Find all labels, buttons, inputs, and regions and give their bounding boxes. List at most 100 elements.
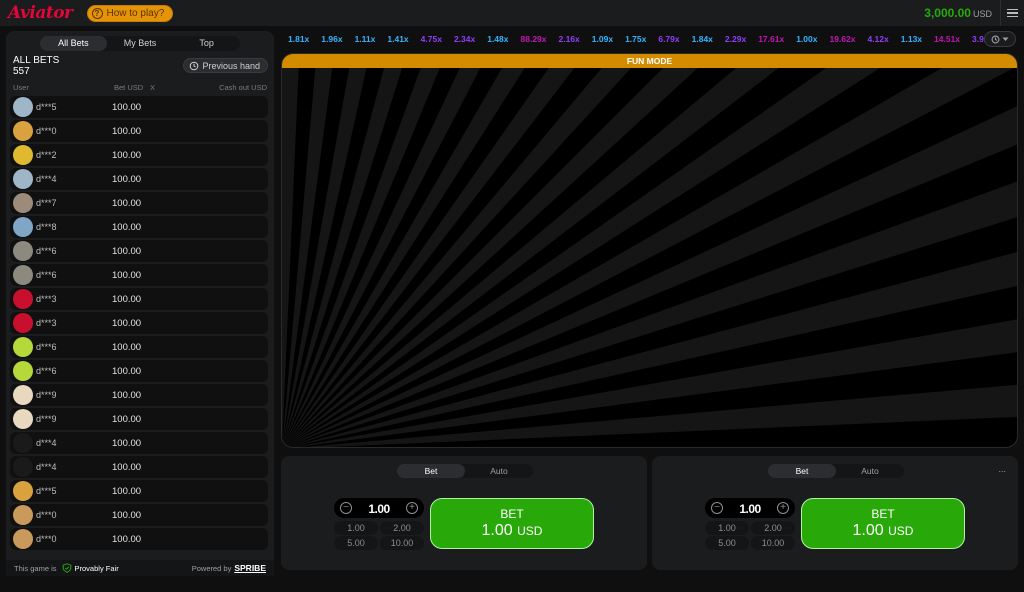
row-user: d***4 [36, 462, 57, 472]
powered-by: Powered by [191, 563, 232, 573]
tab-all-bets[interactable]: All Bets [40, 36, 107, 51]
multiplier-badge[interactable]: 1.84x [686, 34, 719, 44]
balance: 3,000.00 USD [924, 6, 992, 20]
fun-mode-banner: FUN MODE [282, 54, 1017, 68]
tab-auto[interactable]: Auto [465, 464, 533, 478]
table-row: d***4 100.00 [10, 168, 268, 190]
provably-fair-link[interactable]: Provably Fair [60, 563, 119, 573]
provably-fair-label: Provably Fair [74, 563, 119, 573]
previous-hand-button[interactable]: Previous hand [183, 58, 268, 73]
multiplier-badge[interactable]: 88.29x [515, 34, 553, 44]
table-row: d***6 100.00 [10, 360, 268, 382]
all-bets-count: 557 [13, 66, 30, 77]
tab-my-bets[interactable]: My Bets [107, 36, 174, 51]
row-bet: 100.00 [112, 486, 142, 497]
avatar [13, 337, 33, 357]
multiplier-badge[interactable]: 1.09x [586, 34, 619, 44]
table-row: d***9 100.00 [10, 408, 268, 430]
how-to-play-label: How to play? [106, 7, 165, 19]
history-toggle-button[interactable] [984, 31, 1016, 47]
row-user: d***3 [36, 294, 57, 304]
quick-amount-button[interactable]: 1.00 [334, 521, 378, 535]
bet-button-amount: 1.00 [852, 522, 884, 539]
multiplier-badge[interactable]: 17.61x [752, 34, 790, 44]
avatar [13, 313, 33, 333]
how-to-play-button[interactable]: ? How to play? [86, 4, 174, 22]
quick-amount-button[interactable]: 2.00 [751, 521, 795, 535]
bet-button[interactable]: BET 1.00 USD [801, 498, 965, 549]
table-row: d***3 100.00 [10, 312, 268, 334]
aviator-logo[interactable]: Aviator [8, 3, 73, 23]
row-bet: 100.00 [112, 102, 142, 113]
avatar [13, 241, 33, 261]
quick-amount-button[interactable]: 5.00 [334, 536, 378, 550]
multiplier-badge[interactable]: 6.79x [652, 34, 685, 44]
history-icon [991, 35, 1000, 43]
row-bet: 100.00 [112, 246, 142, 257]
bet-amount-field[interactable]: − 1.00 + [705, 498, 795, 518]
multiplier-badge[interactable]: 1.75x [619, 34, 652, 44]
row-bet: 100.00 [112, 462, 142, 473]
multiplier-history: 1.81x 1.96x 1.11x 1.41x 4.75x 2.34x 1.48x 88.29… [282, 29, 993, 49]
avatar [13, 265, 33, 285]
plus-icon[interactable]: + [777, 502, 789, 514]
menu-button[interactable] [1000, 0, 1024, 26]
sunburst-background [282, 54, 1017, 447]
multiplier-badge[interactable]: 1.13x [895, 34, 928, 44]
bet-panel-1: Bet Auto − 1.00 + 1.00 2.00 5.00 10.00 B… [281, 456, 647, 570]
spribe-logo[interactable]: SPRIBE [234, 563, 266, 573]
avatar [13, 217, 33, 237]
table-row: d***6 100.00 [10, 264, 268, 286]
question-icon: ? [91, 7, 103, 19]
table-row: d***5 100.00 [10, 96, 268, 118]
row-bet: 100.00 [112, 342, 142, 353]
multiplier-badge[interactable]: 19.62x [823, 34, 861, 44]
quick-amount-button[interactable]: 5.00 [705, 536, 749, 550]
avatar [13, 289, 33, 309]
multiplier-badge[interactable]: 2.34x [448, 34, 481, 44]
row-bet: 100.00 [112, 126, 142, 137]
row-bet: 100.00 [112, 318, 142, 329]
plus-icon[interactable]: + [406, 502, 418, 514]
row-user: d***3 [36, 318, 57, 328]
row-user: d***0 [36, 126, 57, 136]
balance-currency: USD [972, 9, 992, 19]
row-user: d***0 [36, 510, 57, 520]
row-bet: 100.00 [112, 222, 142, 233]
history-icon [190, 61, 199, 70]
multiplier-badge[interactable]: 1.48x [481, 34, 514, 44]
row-user: d***6 [36, 270, 57, 280]
quick-amount-button[interactable]: 2.00 [380, 521, 424, 535]
table-row: d***5 100.00 [10, 480, 268, 502]
multiplier-badge[interactable]: 1.81x [282, 34, 315, 44]
multiplier-badge[interactable]: 1.11x [349, 34, 382, 44]
multiplier-badge[interactable]: 2.16x [553, 34, 586, 44]
multiplier-badge[interactable]: 2.29x [719, 34, 752, 44]
tab-bet[interactable]: Bet [397, 464, 465, 478]
multiplier-badge[interactable]: 1.41x [381, 34, 414, 44]
balance-amount: 3,000.00 [924, 6, 971, 20]
multiplier-badge[interactable]: 4.12x [861, 34, 894, 44]
multiplier-badge[interactable]: 1.00x [790, 34, 823, 44]
bet-button-label: BET [500, 507, 524, 521]
quick-amount-button[interactable]: 10.00 [380, 536, 424, 550]
more-options-icon[interactable]: ... [998, 464, 1006, 474]
tab-top[interactable]: Top [173, 36, 240, 51]
shield-check-icon [62, 563, 71, 573]
fair-prefix: This game is [14, 563, 57, 573]
quick-amount-button[interactable]: 1.00 [705, 521, 749, 535]
row-user: d***9 [36, 390, 57, 400]
row-bet: 100.00 [112, 150, 142, 161]
quick-amount-button[interactable]: 10.00 [751, 536, 795, 550]
bet-button[interactable]: BET 1.00 USD [430, 498, 594, 549]
multiplier-badge[interactable]: 4.75x [415, 34, 448, 44]
row-user: d***7 [36, 198, 57, 208]
tab-auto[interactable]: Auto [836, 464, 904, 478]
col-x: X [150, 83, 156, 92]
multiplier-badge[interactable]: 1.96x [315, 34, 348, 44]
tab-bet[interactable]: Bet [768, 464, 836, 478]
multiplier-badge[interactable]: 14.51x [928, 34, 966, 44]
avatar [13, 409, 33, 429]
avatar [13, 505, 33, 525]
bet-amount-field[interactable]: − 1.00 + [334, 498, 424, 518]
